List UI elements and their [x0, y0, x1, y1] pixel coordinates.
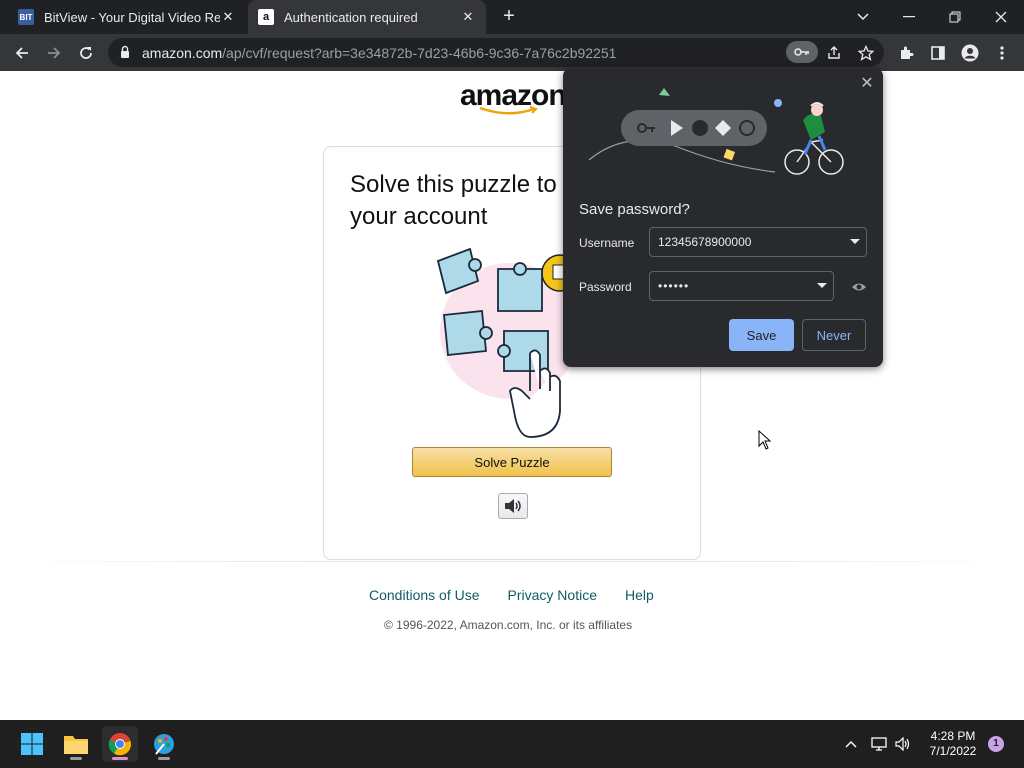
- close-window-button[interactable]: [978, 0, 1024, 34]
- dialog-title: Save password?: [579, 201, 690, 218]
- chrome-icon: [108, 733, 132, 756]
- save-button[interactable]: Save: [729, 319, 794, 351]
- tab-search-icon[interactable]: [840, 0, 886, 34]
- clock-time: 4:28 PM: [930, 729, 976, 743]
- eye-icon[interactable]: [851, 279, 867, 295]
- solve-puzzle-button[interactable]: Solve Puzzle: [412, 447, 612, 477]
- taskbar: 4:28 PM 7/1/2022: [0, 720, 1024, 768]
- new-tab-button[interactable]: +: [498, 5, 520, 27]
- help-link[interactable]: Help: [625, 587, 654, 603]
- mouse-cursor-icon: [758, 430, 772, 450]
- bookmark-star-icon[interactable]: [854, 41, 878, 65]
- restore-button[interactable]: [932, 0, 978, 34]
- running-indicator: [112, 757, 128, 760]
- copyright-text: © 1996-2022, Amazon.com, Inc. or its aff…: [384, 618, 633, 632]
- paint-icon: [154, 734, 174, 755]
- username-value: 12345678900000: [658, 235, 752, 249]
- side-panel-icon[interactable]: [926, 41, 950, 65]
- save-password-dialog: ✕ Save password? Username 12345678900000…: [563, 68, 883, 367]
- browser-toolbar: amazon.com/ap/cvf/request?arb=3e34872b-7…: [0, 34, 1024, 71]
- volume-icon[interactable]: [894, 735, 912, 753]
- folder-icon: [64, 736, 88, 754]
- tab-close-icon[interactable]: ✕: [460, 9, 476, 25]
- privacy-notice-link[interactable]: Privacy Notice: [508, 587, 597, 603]
- network-icon[interactable]: [870, 735, 888, 753]
- tab-strip: BIT BitView - Your Digital Video Reposit…: [0, 0, 1024, 34]
- username-field[interactable]: 12345678900000: [649, 227, 867, 257]
- audio-challenge-button[interactable]: [498, 493, 528, 519]
- url-text[interactable]: amazon.com/ap/cvf/request?arb=3e34872b-7…: [142, 45, 616, 61]
- password-label: Password: [579, 280, 632, 294]
- forward-button[interactable]: [42, 41, 66, 65]
- amazon-favicon-icon: a: [258, 9, 274, 25]
- amazon-smile-icon: [479, 106, 538, 115]
- password-value: ••••••: [658, 279, 690, 293]
- file-explorer-button[interactable]: [58, 726, 94, 762]
- tab-title: Authentication required: [284, 9, 418, 25]
- footer-divider: [0, 561, 1024, 562]
- minimize-button[interactable]: [886, 0, 932, 34]
- chrome-taskbar-button[interactable]: [102, 726, 138, 762]
- bitview-favicon-icon: BIT: [18, 9, 34, 25]
- username-label: Username: [579, 236, 635, 250]
- clock-date: 7/1/2022: [929, 744, 977, 758]
- conditions-of-use-link[interactable]: Conditions of Use: [369, 587, 480, 603]
- address-bar[interactable]: amazon.com/ap/cvf/request?arb=3e34872b-7…: [108, 38, 884, 67]
- footer-links: Conditions of Use Privacy Notice Help: [369, 587, 654, 603]
- password-field[interactable]: ••••••: [649, 271, 834, 301]
- tray-overflow-icon[interactable]: [842, 735, 860, 753]
- speaker-icon: [505, 499, 521, 513]
- password-illustration: [588, 88, 844, 175]
- close-icon[interactable]: ✕: [859, 76, 875, 92]
- tab-bitview[interactable]: BIT BitView - Your Digital Video Reposit…: [8, 0, 246, 34]
- chevron-down-icon[interactable]: [817, 283, 827, 288]
- lock-icon[interactable]: [120, 45, 130, 59]
- password-key-icon[interactable]: [786, 41, 818, 63]
- paint-app-button[interactable]: [146, 726, 182, 762]
- tab-close-icon[interactable]: ✕: [220, 9, 236, 25]
- tab-title: BitView - Your Digital Video Repository: [44, 9, 220, 25]
- extensions-icon[interactable]: [894, 41, 918, 65]
- menu-kebab-icon[interactable]: [990, 41, 1014, 65]
- windows-icon: [21, 733, 43, 755]
- running-indicator: [70, 757, 82, 760]
- share-icon[interactable]: [822, 41, 846, 65]
- profile-icon[interactable]: [958, 41, 982, 65]
- chevron-down-icon[interactable]: [850, 239, 860, 244]
- tab-authentication[interactable]: a Authentication required ✕: [248, 0, 486, 34]
- reload-button[interactable]: [74, 41, 98, 65]
- start-button[interactable]: [14, 726, 50, 762]
- taskbar-clock[interactable]: 4:28 PM 7/1/2022: [922, 729, 984, 759]
- notification-badge[interactable]: 1: [988, 736, 1004, 752]
- running-indicator: [158, 757, 170, 760]
- back-button[interactable]: [10, 41, 34, 65]
- never-button[interactable]: Never: [802, 319, 866, 351]
